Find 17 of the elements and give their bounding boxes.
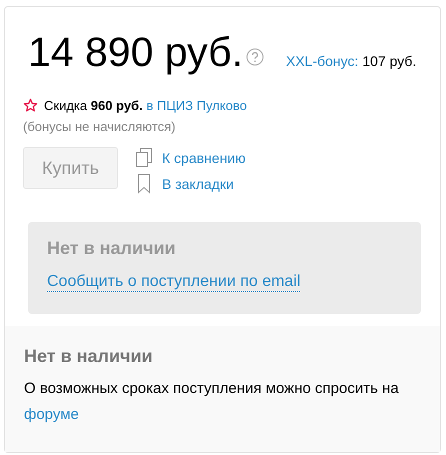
availability-text: О возможных сроках поступления можно спросить на форуме	[24, 379, 400, 425]
bonus-label[interactable]: XXL-бонус:	[286, 53, 358, 69]
forum-link[interactable]: форуме	[24, 406, 79, 423]
notify-link[interactable]: Сообщить о поступлении по email	[47, 273, 300, 292]
bookmark-icon	[136, 174, 152, 194]
price: 14 890 руб.	[28, 29, 243, 76]
availability-title: Нет в наличии	[24, 346, 154, 367]
action-link[interactable]: В закладки	[162, 176, 234, 192]
star-icon	[23, 98, 38, 113]
discount-text: Скидка 960 руб. в ПЦИЗ Пулково	[44, 98, 247, 113]
bonus-value: 107 руб.	[362, 53, 416, 69]
action-link[interactable]: К сравнению	[162, 150, 246, 166]
store-link[interactable]: в ПЦИЗ Пулково	[146, 98, 247, 113]
availability-title: Нет в наличии	[47, 238, 176, 259]
copy-icon	[136, 148, 152, 168]
help-icon[interactable]	[246, 48, 264, 66]
bonus-note: (бонусы не начисляются)	[23, 119, 176, 134]
